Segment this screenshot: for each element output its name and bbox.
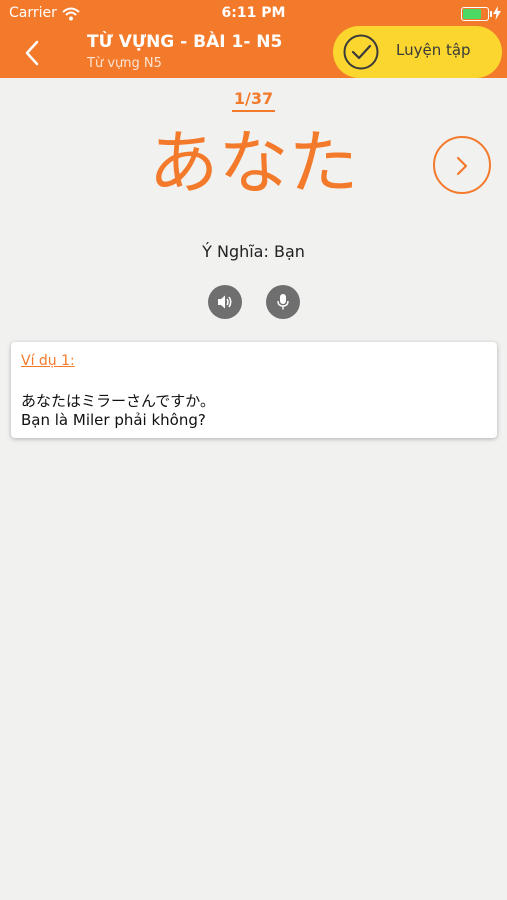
example-title: Ví dụ 1:: [21, 353, 75, 369]
card-counter-text: 1/37: [231, 89, 276, 112]
speaker-icon: [218, 295, 232, 309]
word-meaning: Ý Nghĩa: Bạn: [202, 242, 305, 261]
card-counter: 1/37: [0, 89, 507, 112]
status-bar: Carrier 6:11 PM: [0, 0, 507, 28]
header: TỪ VỰNG - BÀI 1- N5 Từ vựng N5 Luyện tập: [0, 26, 507, 78]
chevron-left-icon: [25, 40, 39, 66]
example-card: Ví dụ 1: あなたはミラーさんですか。 Bạn là Miler phải…: [11, 342, 497, 438]
record-button[interactable]: [266, 285, 300, 319]
practice-button-label: Luyện tập: [396, 41, 471, 59]
play-audio-button[interactable]: [208, 285, 242, 319]
next-card-button[interactable]: [433, 136, 491, 194]
example-japanese: あなたはミラーさんですか。: [21, 392, 215, 410]
battery-icon: [461, 7, 492, 21]
vocabulary-word: あなた: [148, 122, 359, 204]
microphone-icon: [277, 294, 289, 310]
practice-button[interactable]: Luyện tập: [333, 26, 502, 78]
charging-bolt-icon: [493, 5, 501, 24]
check-circle-icon: [343, 34, 379, 70]
example-vietnamese: Bạn là Miler phải không?: [21, 411, 206, 429]
clock: 6:11 PM: [221, 5, 286, 21]
page-title: TỪ VỰNG - BÀI 1- N5: [87, 32, 283, 52]
page-subtitle: Từ vựng N5: [87, 56, 162, 71]
back-button[interactable]: [20, 38, 48, 68]
chevron-right-icon: [456, 156, 468, 176]
